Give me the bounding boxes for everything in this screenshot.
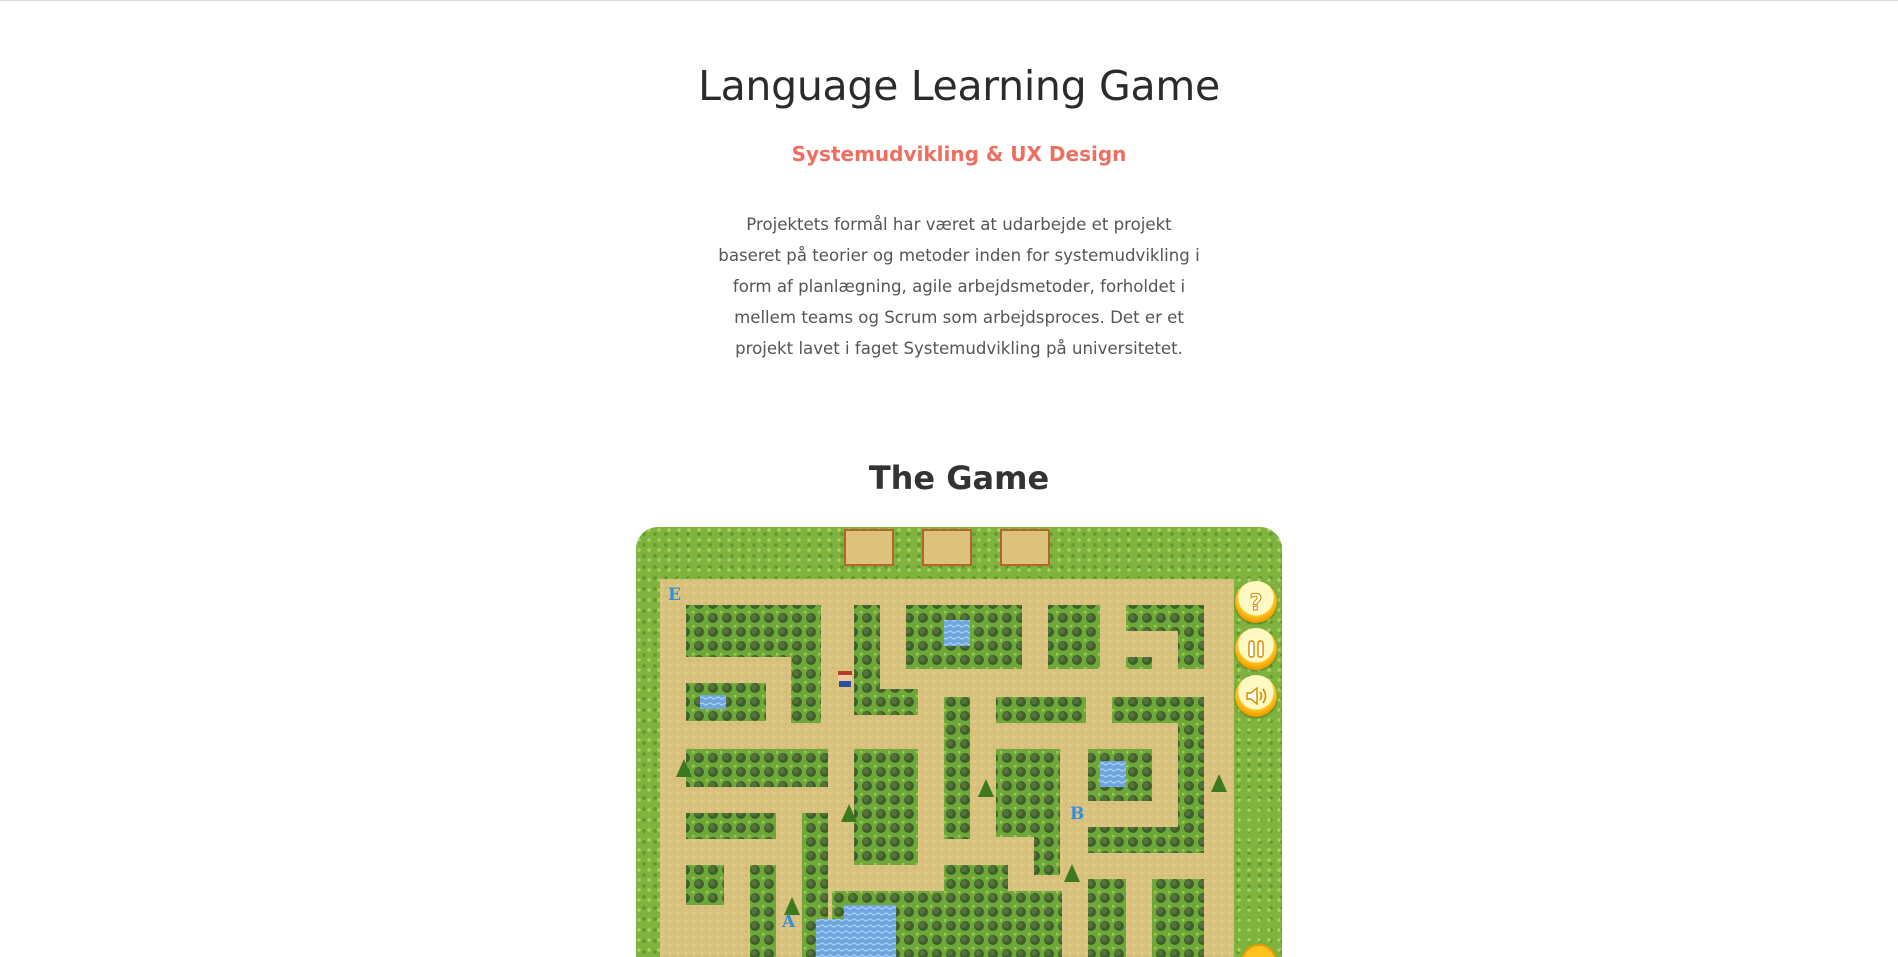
svg-text:?: ?	[1250, 591, 1263, 615]
letter-marker-b: B	[1070, 804, 1084, 824]
game-section-title: The Game	[868, 459, 1050, 497]
top-divider	[0, 0, 1898, 1]
speaker-icon	[1246, 686, 1267, 706]
letter-marker-a: A	[781, 912, 796, 932]
help-button[interactable]: ?	[1235, 581, 1277, 623]
answer-slot-2	[922, 529, 972, 566]
maze-board: E B A	[660, 579, 1234, 957]
answer-slot-3	[1000, 529, 1050, 566]
answer-slot-1	[844, 529, 894, 566]
sound-button[interactable]	[1235, 675, 1277, 717]
letter-marker-e: E	[668, 585, 681, 605]
game-canvas[interactable]: E B A ?	[636, 527, 1282, 957]
project-description: Projektets formål har været at udarbejde…	[718, 215, 1200, 358]
question-mark-icon: ?	[1249, 591, 1263, 616]
player-character	[838, 671, 852, 687]
page-subtitle: Systemudvikling & UX Design	[791, 142, 1127, 166]
pause-icon	[1248, 640, 1264, 658]
page-title: Language Learning Game	[698, 62, 1220, 110]
pause-button[interactable]	[1235, 628, 1277, 670]
